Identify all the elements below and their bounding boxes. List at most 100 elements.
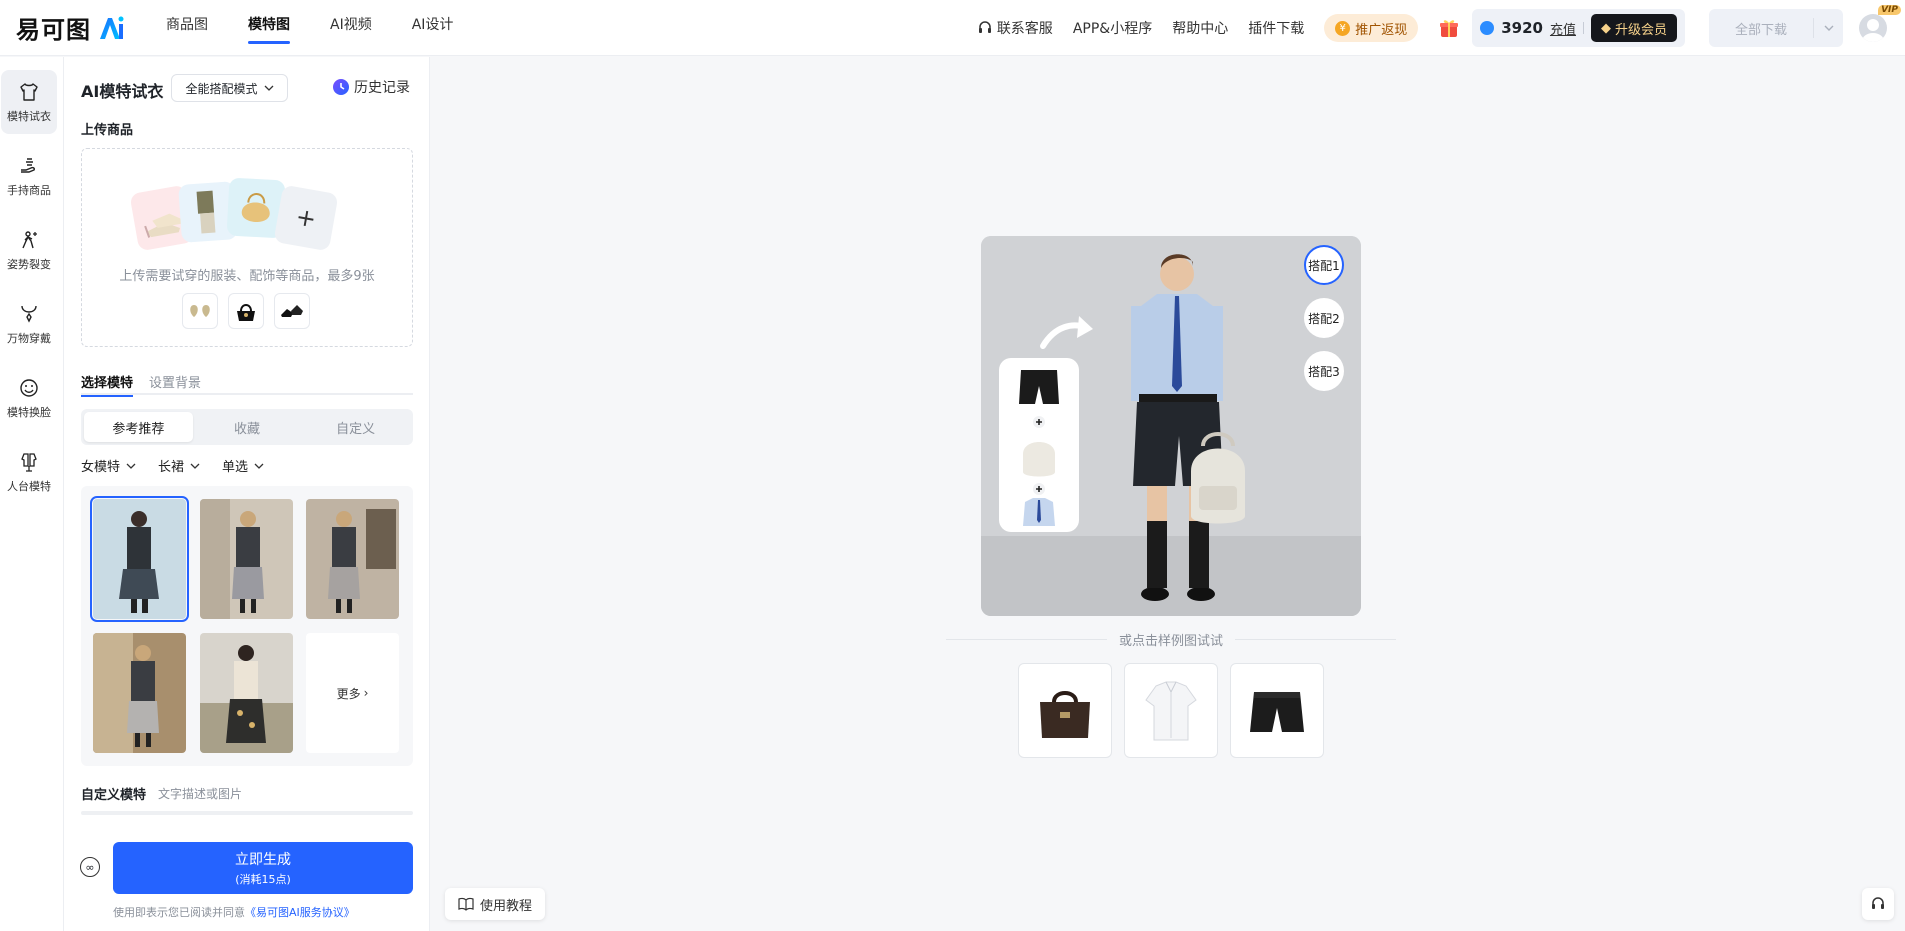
agreement-link[interactable]: 《易可图AI服务协议》: [245, 906, 355, 919]
filter-gender[interactable]: 女模特: [81, 456, 136, 475]
chevron-down-icon: [254, 463, 264, 469]
rail-item-pose[interactable]: 姿势裂变: [1, 218, 57, 282]
model-thumbnail[interactable]: [306, 499, 399, 619]
segment-recommended[interactable]: 参考推荐: [84, 412, 193, 442]
filter-select-mode[interactable]: 单选: [222, 456, 264, 475]
download-all-button[interactable]: 全部下载: [1709, 9, 1843, 47]
match-2-button[interactable]: 搭配2: [1304, 298, 1344, 338]
more-models-button[interactable]: 更多 ›: [306, 633, 399, 753]
filter-select-mode-label: 单选: [222, 460, 249, 475]
ai-logo-icon: [100, 16, 124, 39]
link-icon[interactable]: ∞: [80, 857, 100, 877]
custom-model-label: 自定义模特: [81, 788, 147, 803]
rail-label: 万物穿戴: [7, 331, 51, 345]
tab-set-background[interactable]: 设置背景: [149, 372, 201, 395]
rail-item-mannequin[interactable]: 人台模特: [1, 440, 57, 504]
shorts-item: [1019, 370, 1059, 404]
credit-separator: [1582, 22, 1584, 34]
history-label: 历史记录: [354, 80, 410, 96]
example-handbag[interactable]: [228, 293, 264, 329]
headset-icon: [1872, 897, 1884, 909]
rail-item-face-swap[interactable]: 模特换脸: [1, 366, 57, 430]
credit-balance: 3920: [1501, 19, 1543, 37]
generate-button[interactable]: 立即生成 (消耗15点): [113, 842, 413, 894]
segment-favorites[interactable]: 收藏: [193, 412, 302, 442]
shirt-icon: [20, 82, 38, 101]
support-label: 联系客服: [996, 21, 1053, 37]
chevron-down-icon: [190, 463, 200, 469]
model-thumbnail[interactable]: [93, 633, 186, 753]
download-all-label: 全部下载: [1734, 22, 1787, 38]
app-link[interactable]: APP&小程序: [1073, 18, 1152, 38]
upload-preview-cards: +: [129, 177, 354, 252]
rail-item-model-tryon[interactable]: 模特试衣: [1, 70, 57, 134]
segment-custom[interactable]: 自定义: [301, 412, 410, 442]
promo-button[interactable]: ¥ 推广返现: [1324, 14, 1419, 42]
nav-ai-video[interactable]: AI视频: [330, 0, 372, 56]
hand-icon: [21, 157, 35, 173]
tab-select-model[interactable]: 选择模特: [81, 372, 134, 397]
settings-panel: AI模特试衣 全能搭配模式 历史记录 上传商品 + 上传需要试穿的服装、配饰等商…: [64, 57, 430, 931]
upload-dropzone[interactable]: + 上传需要试穿的服装、配饰等商品，最多9张: [81, 148, 413, 347]
model-thumbnail[interactable]: [200, 633, 293, 753]
support-float-button[interactable]: [1862, 888, 1894, 920]
sample-white-shirt[interactable]: [1124, 663, 1218, 758]
nav-product-image[interactable]: 商品图: [166, 0, 208, 56]
example-earrings[interactable]: [182, 293, 218, 329]
custom-model-input[interactable]: [81, 811, 413, 815]
main-nav: 商品图 模特图 AI视频 AI设计: [166, 0, 453, 56]
sample-briefcase[interactable]: [1018, 663, 1112, 758]
chevron-down-icon[interactable]: [1813, 18, 1843, 38]
agreement-prefix: 使用即表示您已阅读并同意: [113, 906, 245, 919]
match-3-button[interactable]: 搭配3: [1304, 351, 1344, 391]
upgrade-vip-label: 升级会员: [1614, 22, 1667, 38]
filter-style-label: 长裙: [158, 460, 185, 475]
add-upload-icon[interactable]: +: [273, 184, 339, 252]
nav-model-image[interactable]: 模特图: [248, 0, 290, 56]
support-link[interactable]: 联系客服: [977, 18, 1053, 38]
mode-select[interactable]: 全能搭配模式: [171, 74, 288, 102]
pose-icon: [22, 230, 37, 248]
rail-item-hand-product[interactable]: 手持商品: [1, 144, 57, 208]
history-button[interactable]: 历史记录: [332, 77, 410, 97]
model-grid: 更多 ›: [81, 486, 413, 766]
plugin-link[interactable]: 插件下载: [1248, 18, 1304, 38]
mode-select-value: 全能搭配模式: [185, 81, 258, 96]
help-link[interactable]: 帮助中心: [1172, 18, 1228, 38]
chevron-right-icon: ›: [363, 686, 369, 700]
rail-label: 姿势裂变: [7, 257, 51, 271]
headset-icon: [978, 21, 991, 33]
model-thumbnail[interactable]: [200, 499, 293, 619]
logo[interactable]: 易可图: [16, 10, 125, 45]
tutorial-button[interactable]: 使用教程: [445, 888, 545, 920]
rail-label: 模特换脸: [7, 405, 51, 419]
nav-ai-design[interactable]: AI设计: [412, 0, 454, 56]
gift-icon[interactable]: [1438, 17, 1460, 39]
example-shoes[interactable]: [274, 293, 310, 329]
model-filters: 女模特 长裙 单选: [81, 456, 264, 475]
upgrade-vip-button[interactable]: ◆ 升级会员: [1590, 14, 1677, 42]
model-thumbnail[interactable]: [90, 496, 189, 622]
generate-label: 立即生成: [235, 852, 291, 868]
match-1-button[interactable]: 搭配1: [1304, 245, 1344, 285]
recharge-link[interactable]: 充值: [1550, 19, 1576, 38]
agreement-text: 使用即表示您已阅读并同意《易可图AI服务协议》: [113, 904, 355, 920]
header-actions: 联系客服 APP&小程序 帮助中心 插件下载 ¥ 推广返现 3920 充值 ◆ …: [977, 0, 1905, 56]
sample-shorts[interactable]: [1230, 663, 1324, 758]
garment-items-card: [999, 358, 1079, 532]
history-icon: [333, 79, 349, 95]
tutorial-label: 使用教程: [479, 898, 532, 914]
chevron-down-icon: [264, 85, 273, 91]
model-source-segmented: 参考推荐 收藏 自定义: [81, 409, 413, 445]
generate-cost: (消耗15点): [235, 873, 291, 886]
book-icon: [458, 897, 474, 911]
vip-tag: VIP: [1878, 5, 1901, 15]
filter-style[interactable]: 长裙: [158, 456, 200, 475]
try-sample-hint: 或点击样例图试试: [1107, 630, 1235, 649]
top-bar: 易可图 商品图 模特图 AI视频 AI设计 联系客服 APP&小程序 帮助中心 …: [0, 0, 1905, 56]
rail-item-wearables[interactable]: 万物穿戴: [1, 292, 57, 356]
necklace-icon: [21, 305, 37, 323]
model-tabs: 选择模特 设置背景: [81, 372, 413, 397]
avatar[interactable]: [1859, 14, 1887, 42]
promo-label: 推广返现: [1355, 22, 1408, 38]
